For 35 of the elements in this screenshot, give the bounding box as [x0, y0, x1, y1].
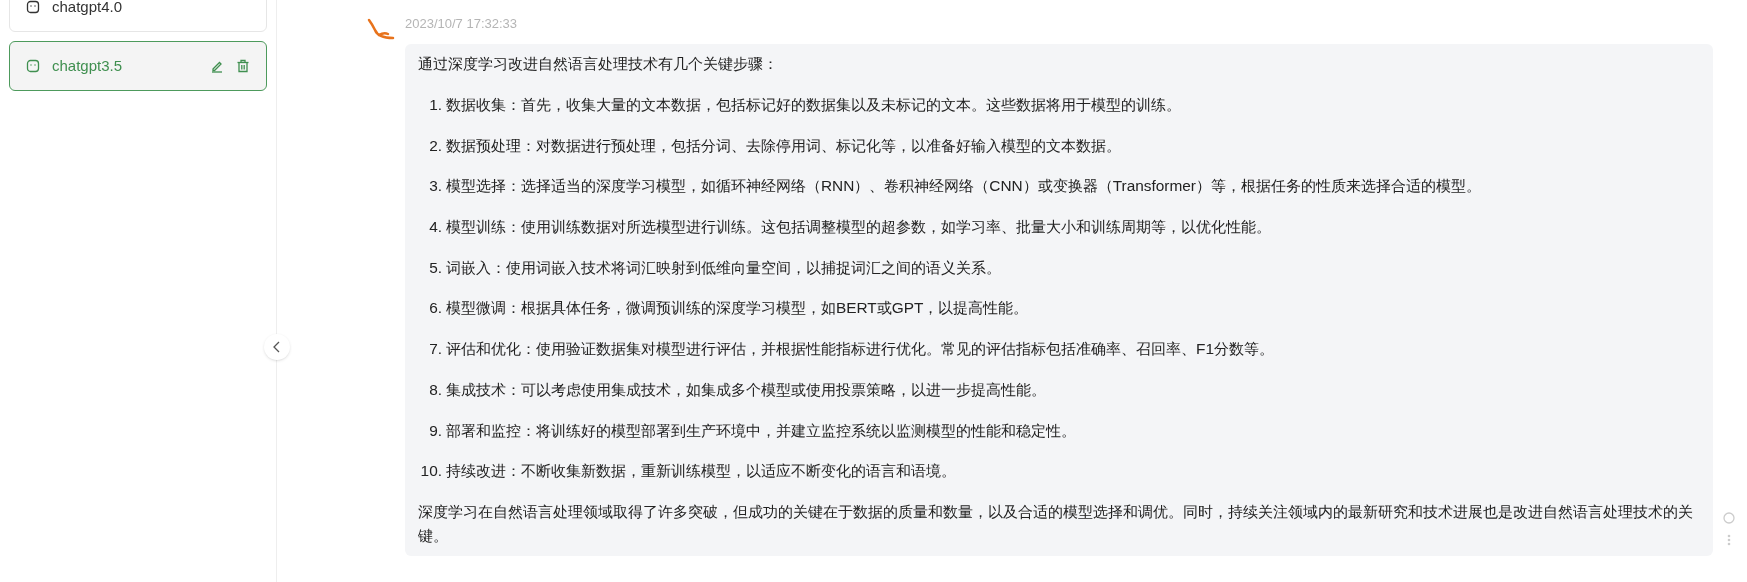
- step-text: 词嵌入：使用词嵌入技术将词汇映射到低维向量空间，以捕捉词汇之间的语义关系。: [446, 257, 1001, 278]
- step-number: 8.: [428, 379, 443, 400]
- step-text: 模型选择：选择适当的深度学习模型，如循环神经网络（RNN）、卷积神经网络（CNN）或变换器（Transformer）等，根据任务的性质来选择合适的模型。: [446, 176, 1481, 197]
- chat-item[interactable]: chatgpt4.0: [9, 0, 267, 32]
- chat-title: chatgpt3.5: [52, 55, 124, 76]
- step-text: 模型训练：使用训练数据对所选模型进行训练。这包括调整模型的超参数，如学习率、批量大小和训练周期等，以优化性能。: [446, 217, 1271, 238]
- chat-title: chatgpt4.0: [52, 0, 124, 17]
- step-number: 3.: [428, 176, 443, 197]
- step-number: 10.: [419, 461, 443, 482]
- step-text: 数据收集：首先，收集大量的文本数据，包括标记好的数据集以及未标记的文本。这些数据将用于模型的训练。: [446, 95, 1181, 115]
- step-text: 集成技术：可以考虑使用集成技术，如集成多个模型或使用投票策略，以进一步提高性能。: [446, 379, 1046, 400]
- trash-icon[interactable]: [236, 59, 250, 73]
- step-text: 持续改进：不断收集新数据，重新训练模型，以适应不断变化的语言和语境。: [446, 461, 956, 482]
- step-text: 模型微调：根据具体任务，微调预训练的深度学习模型，如BERT或GPT，以提高性能。: [446, 298, 1029, 319]
- message-conclusion: 深度学习在自然语言处理领域取得了许多突破，但成功的关键在于数据的质量和数量，以及合适的模型选择和调优。同时，持续关注领域内的最新研究和技术进展也是改进自然语言处理技术的关键。: [418, 501, 1694, 546]
- chat-item[interactable]: chatgpt3.5: [9, 41, 267, 91]
- more-icon[interactable]: [1727, 534, 1731, 546]
- step-number: 5.: [428, 257, 443, 278]
- collapse-button[interactable]: [264, 334, 290, 360]
- step-text: 评估和优化：使用验证数据集对模型进行评估，并根据性能指标进行优化。常见的评估指标包括准确率、召回率、F1分数等。: [446, 339, 1274, 360]
- step-number: 2.: [428, 135, 443, 156]
- step-text: 数据预处理：对数据进行预处理，包括分词、去除停用词、标记化等，以准备好输入模型的文本数据。: [446, 135, 1121, 156]
- chat-icon: [26, 0, 40, 14]
- chevron-left-icon: [272, 341, 282, 353]
- edit-icon[interactable]: [210, 59, 224, 73]
- circle-icon[interactable]: [1723, 512, 1735, 524]
- step-number: 7.: [428, 339, 443, 360]
- step-number: 4.: [428, 217, 443, 238]
- step-number: 6.: [428, 298, 443, 319]
- chat-icon: [26, 59, 40, 73]
- step-number: 9.: [428, 420, 443, 441]
- message-intro: 通过深度学习改进自然语言处理技术有几个关键步骤：: [418, 54, 779, 74]
- step-text: 部署和监控：将训练好的模型部署到生产环境中，并建立监控系统以监测模型的性能和稳定性。: [446, 420, 1076, 441]
- timestamp: 2023/10/7 17:32:33: [405, 15, 519, 32]
- step-number: 1.: [428, 95, 443, 115]
